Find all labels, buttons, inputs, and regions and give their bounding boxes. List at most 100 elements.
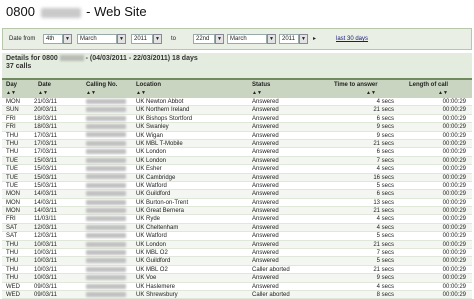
redacted-number <box>86 140 126 146</box>
table-row: FRI 11/03/11 UK Ryde Answered 4 secs 00:00:29 <box>2 215 472 224</box>
cell-location: UK London <box>136 241 167 248</box>
table-row: MON 14/03/11 UK Great Bernera Answered 21 se… <box>2 207 472 216</box>
cell-calling-no <box>86 257 132 265</box>
cell-length-of-call: 00:00:29 <box>442 241 466 248</box>
cell-location: UK Guildford <box>136 258 171 265</box>
cell-time-to-answer: 21 secs <box>373 140 394 147</box>
cell-time-to-answer: 21 secs <box>373 107 394 114</box>
cell-calling-no <box>86 157 132 165</box>
sort-arrows-icon[interactable]: ▲▼ <box>366 91 376 96</box>
cell-date: 14/03/11 <box>34 199 57 206</box>
cell-time-to-answer: 21 secs <box>373 266 394 273</box>
cell-status: Answered <box>252 107 279 114</box>
cell-status: Answered <box>252 132 279 139</box>
table-row: TUE 15/03/11 UK Watford Answered 5 secs 00:00… <box>2 181 472 191</box>
to-month-select[interactable]: March <box>227 34 267 44</box>
cell-date: 15/03/11 <box>34 157 57 164</box>
cell-time-to-answer: 7 secs <box>376 250 394 257</box>
sort-arrows-icon[interactable]: ▲▼ <box>86 91 96 96</box>
chevron-down-icon[interactable]: ▼ <box>267 34 276 44</box>
cell-day: FRI <box>6 216 16 223</box>
cell-status: Answered <box>252 166 279 173</box>
cell-calling-no <box>86 283 132 291</box>
cell-date: 17/03/11 <box>34 149 57 156</box>
cell-calling-no <box>86 199 132 207</box>
cell-time-to-answer: 9 secs <box>376 124 394 131</box>
chevron-down-icon[interactable]: ▼ <box>215 34 224 44</box>
cell-day: THU <box>6 266 19 273</box>
sort-arrows-icon[interactable]: ▲▼ <box>6 91 16 96</box>
redacted-number <box>40 7 81 18</box>
cell-time-to-answer: 6 secs <box>376 115 394 122</box>
redacted-number <box>86 283 126 289</box>
header-location[interactable]: Location <box>136 82 161 88</box>
to-year-select[interactable]: 2011 <box>279 34 299 44</box>
cell-day: FRI <box>6 124 16 131</box>
table-row: THU 17/03/11 UK MBL T-Mobile Answered 21 sec… <box>2 139 472 149</box>
cell-length-of-call: 00:00:29 <box>442 115 466 122</box>
redacted-number <box>86 199 126 205</box>
table-row: THU 17/03/11 UK Wigan Answered 9 secs 00:00:2… <box>2 131 472 140</box>
redacted-number <box>86 241 126 247</box>
redacted-number <box>86 166 126 172</box>
cell-length-of-call: 00:00:29 <box>442 191 466 198</box>
cell-location: UK MBL T-Mobile <box>136 140 183 147</box>
call-details-panel: Details for 0800 - (04/03/2011 - 22/03/2… <box>2 53 472 299</box>
cell-calling-no <box>86 140 132 148</box>
sort-arrows-icon[interactable]: ▲▼ <box>438 91 448 96</box>
cell-day: SUN <box>6 107 19 114</box>
cell-status: Answered <box>252 182 279 189</box>
header-date[interactable]: Date <box>38 82 51 88</box>
cell-status: Answered <box>252 208 279 215</box>
cell-date: 15/03/11 <box>34 182 57 189</box>
cell-day: SAT <box>6 233 18 240</box>
chevron-down-icon[interactable]: ▼ <box>63 34 72 44</box>
cell-location: UK MBL O2 <box>136 250 168 257</box>
chevron-down-icon[interactable]: ▼ <box>299 34 308 44</box>
page-title: 0800 - Web Site <box>6 4 147 19</box>
redacted-number <box>86 157 126 163</box>
table-row: THU 10/03/11 UK Guildford Answered 5 secs 00:… <box>2 257 472 266</box>
sort-arrows-icon[interactable]: ▲▼ <box>136 91 146 96</box>
cell-length-of-call: 00:00:29 <box>442 216 466 223</box>
sort-arrows-icon[interactable]: ▲▼ <box>252 91 262 96</box>
cell-length-of-call: 00:00:29 <box>442 266 466 273</box>
redacted-number <box>86 191 126 197</box>
to-day-select[interactable]: 22nd <box>193 34 215 44</box>
redacted-number <box>86 132 126 138</box>
cell-location: UK Northern Ireland <box>136 107 190 114</box>
header-day[interactable]: Day <box>6 82 17 88</box>
from-month-select[interactable]: March <box>77 34 117 44</box>
header-status[interactable]: Status <box>252 82 270 88</box>
cell-time-to-answer: 4 secs <box>376 216 394 223</box>
cell-length-of-call: 00:00:29 <box>442 124 466 131</box>
sort-arrows-icon[interactable]: ▲▼ <box>38 91 48 96</box>
redacted-number <box>86 224 126 230</box>
cell-status: Answered <box>252 258 279 265</box>
from-year-select[interactable]: 2011 <box>131 34 153 44</box>
cell-length-of-call: 00:00:29 <box>442 149 466 156</box>
header-calling-no[interactable]: Calling No. <box>86 82 117 88</box>
header-length-of-call[interactable]: Length of call <box>409 82 448 88</box>
redacted-number <box>86 216 126 222</box>
cell-time-to-answer: 5 secs <box>376 233 394 240</box>
last-30-days-link[interactable]: last 30 days <box>336 36 368 42</box>
redacted-number <box>86 98 126 104</box>
cell-length-of-call: 00:00:29 <box>442 140 466 147</box>
go-arrow-icon[interactable]: ▸ <box>313 35 316 42</box>
from-day-select[interactable]: 4th <box>43 34 63 44</box>
date-from-label: Date from <box>9 36 36 42</box>
cell-time-to-answer: 4 secs <box>376 224 394 231</box>
chevron-down-icon[interactable]: ▼ <box>117 34 126 44</box>
cell-calling-no <box>86 249 132 257</box>
cell-calling-no <box>86 148 132 156</box>
details-heading: Details for 0800 - (04/03/2011 - 22/03/2… <box>6 55 198 62</box>
cell-calling-no <box>86 115 132 123</box>
cell-status: Answered <box>252 149 279 156</box>
header-time-to-answer[interactable]: Time to answer <box>334 82 378 88</box>
cell-status: Caller aborted <box>252 266 290 273</box>
cell-status: Answered <box>252 216 279 223</box>
chevron-down-icon[interactable]: ▼ <box>153 34 162 44</box>
cell-day: TUE <box>6 174 18 181</box>
details-prefix: Details for 0800 <box>6 55 58 62</box>
